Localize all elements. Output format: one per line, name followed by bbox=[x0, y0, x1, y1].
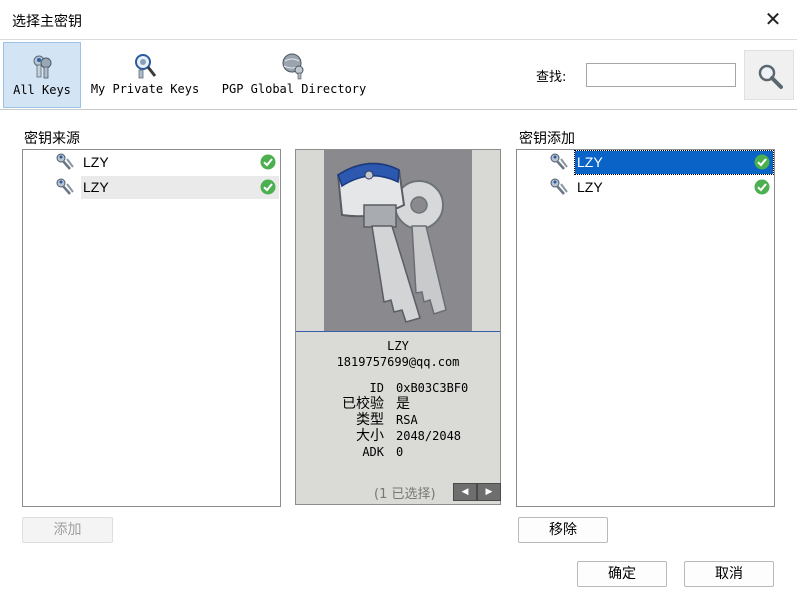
cancel-button[interactable]: 取消 bbox=[684, 561, 774, 587]
tab-my-private-keys-label: My Private Keys bbox=[90, 82, 200, 96]
next-key-button[interactable]: ▶ bbox=[477, 483, 501, 501]
key-pair-icon bbox=[56, 178, 74, 195]
key-source-label: 密钥来源 bbox=[24, 131, 80, 147]
window-title: 选择主密钥 bbox=[12, 14, 82, 30]
list-item[interactable]: LZY bbox=[517, 150, 774, 175]
valid-check-icon bbox=[260, 179, 276, 195]
globe-key-icon bbox=[282, 53, 304, 80]
tab-all-keys[interactable]: All Keys bbox=[3, 42, 81, 108]
prop-size-value: 2048/2048 bbox=[396, 429, 462, 443]
find-input[interactable] bbox=[586, 63, 736, 87]
valid-check-icon bbox=[260, 154, 276, 170]
key-pair-icon bbox=[550, 178, 568, 195]
key-name: LZY bbox=[81, 176, 279, 199]
prev-key-button[interactable]: ◀ bbox=[453, 483, 477, 501]
key-source-list[interactable]: LZY LZY bbox=[22, 149, 281, 507]
prop-type-value: RSA bbox=[396, 413, 418, 427]
list-item[interactable]: LZY bbox=[517, 175, 774, 200]
magnifier-icon bbox=[758, 64, 783, 89]
prop-adk-label: ADK bbox=[362, 445, 384, 459]
list-item[interactable]: LZY bbox=[23, 175, 280, 200]
title-bar: 选择主密钥 ✕ bbox=[0, 0, 797, 40]
prop-size-label: 大小 bbox=[356, 428, 384, 444]
detail-key-email: 1819757699@qq.com bbox=[336, 355, 460, 369]
prop-verified-label: 已校验 bbox=[342, 396, 384, 412]
prop-id-value: 0xB03C3BF0 bbox=[396, 381, 469, 395]
key-name: LZY bbox=[577, 179, 603, 195]
key-pair-icon bbox=[550, 153, 568, 170]
prop-type-label: 类型 bbox=[356, 412, 384, 428]
toolbar: All Keys My Private Keys PGP Global Dire… bbox=[0, 40, 797, 110]
keys-icon bbox=[33, 55, 52, 79]
key-added-label: 密钥添加 bbox=[519, 131, 575, 147]
key-name: LZY bbox=[83, 154, 109, 170]
selection-count: (1 已选择) bbox=[374, 487, 436, 502]
close-button[interactable]: ✕ bbox=[761, 7, 785, 31]
prop-id-label: ID bbox=[369, 381, 384, 395]
prop-adk-value: 0 bbox=[396, 445, 404, 459]
key-search-icon bbox=[135, 54, 157, 79]
find-button[interactable] bbox=[744, 50, 794, 100]
prop-verified-value: 是 bbox=[396, 396, 410, 412]
list-item[interactable]: LZY bbox=[23, 150, 280, 175]
key-name: LZY bbox=[574, 150, 774, 175]
valid-check-icon bbox=[754, 154, 770, 170]
ok-button[interactable]: 确定 bbox=[577, 561, 667, 587]
add-button[interactable]: 添加 bbox=[22, 517, 113, 543]
key-pair-icon bbox=[56, 153, 74, 170]
key-identity: LZY 1819757699@qq.com bbox=[296, 338, 500, 370]
tab-all-keys-label: All Keys bbox=[13, 83, 71, 97]
key-added-list[interactable]: LZY LZY bbox=[516, 149, 775, 507]
remove-button[interactable]: 移除 bbox=[518, 517, 608, 543]
key-detail-panel: LZY 1819757699@qq.com ID 0xB03C3BF0 已校验是 … bbox=[295, 149, 501, 505]
tab-pgp-global-directory-label: PGP Global Directory bbox=[221, 82, 367, 96]
find-label: 查找: bbox=[536, 70, 567, 85]
detail-key-name: LZY bbox=[387, 339, 409, 353]
tab-pgp-global-directory[interactable]: PGP Global Directory bbox=[215, 42, 373, 108]
keys-illustration bbox=[296, 150, 500, 332]
valid-check-icon bbox=[754, 179, 770, 195]
tab-my-private-keys[interactable]: My Private Keys bbox=[86, 42, 204, 108]
key-properties: ID 0xB03C3BF0 已校验是 类型 RSA 大小 2048/2048 ADK 0 bbox=[296, 380, 500, 460]
